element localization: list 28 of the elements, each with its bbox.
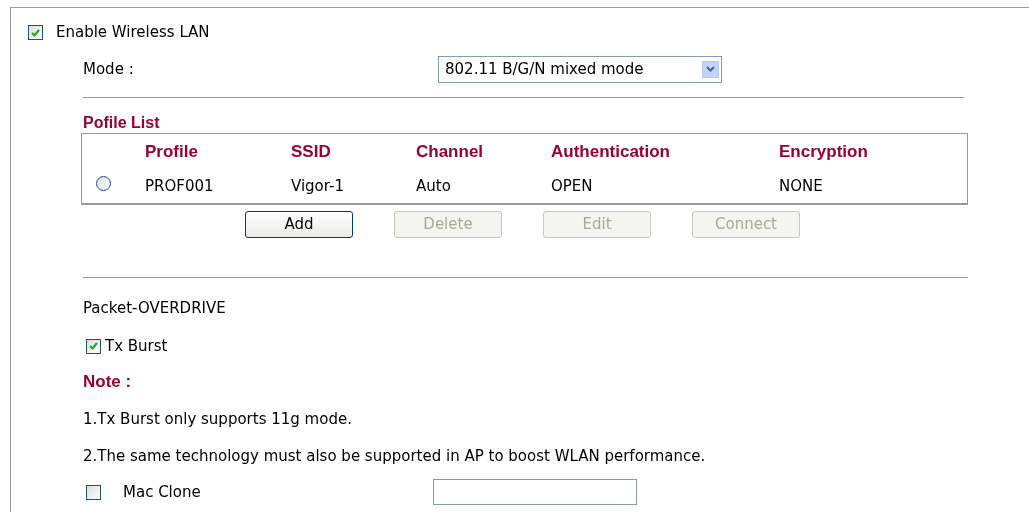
checkbox[interactable] (28, 25, 43, 40)
column-header: Profile (145, 142, 198, 162)
mode-select[interactable]: 802.11 B/G/N mixed mode (438, 55, 722, 83)
radio-button[interactable] (96, 176, 111, 192)
note-text: 1.Tx Burst only supports 11g mode. (83, 409, 353, 430)
column-header: Channel (416, 142, 484, 162)
table-cell: Vigor-1 (291, 177, 344, 196)
packet-overdrive-label: Packet-OVERDRIVE (83, 298, 227, 319)
note-title: Note : (83, 371, 133, 393)
enable-wireless-lan-label: Enable Wireless LAN (56, 22, 210, 44)
table-cell: OPEN (551, 177, 593, 196)
tx-burst-label: Tx Burst (105, 335, 168, 357)
table-cell: Auto (416, 177, 451, 196)
checkmark-icon (89, 342, 98, 350)
column-header: SSID (291, 142, 331, 162)
mode-label: Mode : (83, 58, 135, 80)
checkbox[interactable] (86, 338, 101, 354)
profile-list-title: Pofile List (83, 113, 161, 133)
mac-address-field[interactable] (433, 479, 637, 505)
action-button[interactable]: Add (245, 211, 353, 238)
checkmark-icon (31, 28, 40, 37)
column-header: Encryption (779, 142, 868, 162)
note-text: 2.The same technology must also be supported in AP to boost WLAN performance. (83, 446, 707, 467)
table-cell: NONE (779, 177, 823, 196)
mac-clone-label: Mac Clone (123, 481, 202, 503)
checkbox[interactable] (86, 484, 101, 500)
table-cell: PROF001 (145, 177, 214, 196)
column-header: Authentication (551, 142, 670, 162)
